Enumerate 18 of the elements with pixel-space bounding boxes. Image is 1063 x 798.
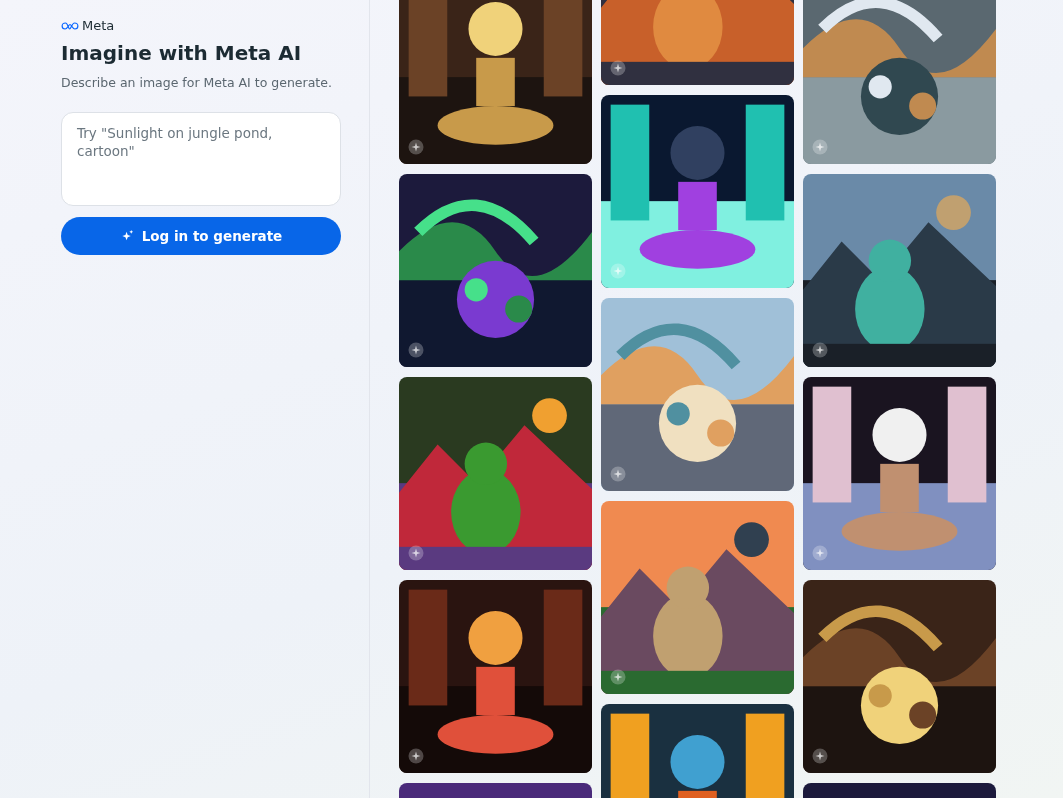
sparkle-icon: [610, 669, 626, 685]
prompt-field[interactable]: Try "Sunlight on jungle pond, cartoon": [61, 112, 341, 206]
brand-name: Meta: [82, 18, 115, 33]
sparkle-icon: [812, 545, 828, 561]
sparkle-icon: [610, 60, 626, 76]
sparkle-icon: [610, 263, 626, 279]
page-title: Imagine with Meta AI: [61, 41, 303, 65]
login-button[interactable]: Log in to generate: [61, 217, 341, 255]
sparkle-icon: [408, 748, 424, 764]
sparkle-icon: [610, 466, 626, 482]
sparkle-icon: [812, 342, 828, 358]
subtitle: Describe an image for Meta AI to generate.: [61, 75, 333, 90]
sparkle-icon: [812, 748, 828, 764]
infinity-logo-icon: [61, 20, 79, 31]
sparkle-icon: [408, 139, 424, 155]
sparkle-icon: [408, 342, 424, 358]
sparkle-icon: [408, 545, 424, 561]
sparkle-icon: [812, 139, 828, 155]
